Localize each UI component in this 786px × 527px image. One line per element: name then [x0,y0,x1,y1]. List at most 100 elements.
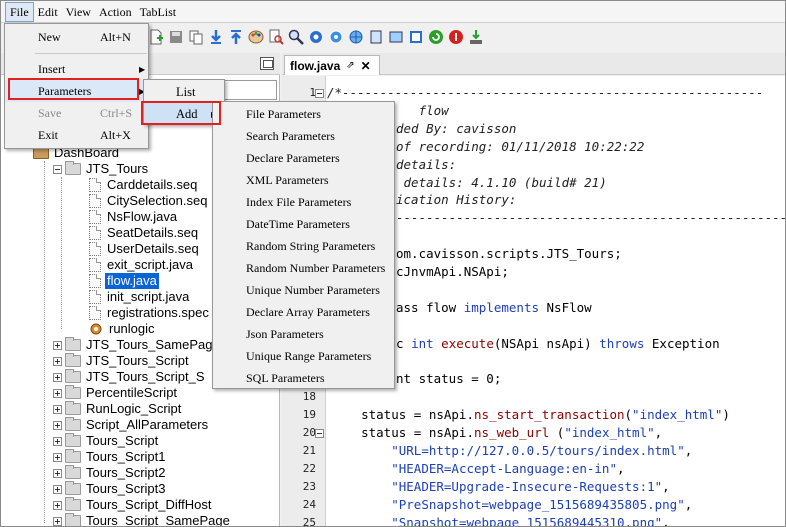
document-icon[interactable] [368,29,384,45]
tree-folder[interactable]: PercentileScript [53,385,179,401]
menu-item-unique-range-parameters[interactable]: Unique Range Parameters [213,345,394,367]
menu-action[interactable]: Action [95,2,136,22]
expand-icon[interactable] [53,340,62,350]
menu-item-exit[interactable]: Exit Alt+X [5,124,148,146]
file-icon [89,194,101,208]
collapse-icon[interactable] [53,164,62,174]
menu-item-datetime-parameters[interactable]: DateTime Parameters [213,213,394,235]
menu-item-file-parameters[interactable]: File Parameters [213,103,394,125]
line-number: 22 [302,461,316,475]
folder-icon [65,161,81,175]
highlight-add [141,101,221,125]
menu-item-random-number-parameters[interactable]: Random Number Parameters [213,257,394,279]
fold-collapse-icon[interactable] [315,429,324,439]
tree-file[interactable]: CitySelection.seq [89,193,209,209]
menu-item-list[interactable]: List [144,81,224,103]
globe-icon[interactable] [348,29,364,45]
menu-item-new[interactable]: New Alt+N [5,26,148,48]
expand-icon[interactable] [53,452,62,462]
menu-item-search-parameters[interactable]: Search Parameters [213,125,394,147]
tree-folder[interactable]: JTS_Tours_Script_S [53,369,207,385]
restore-panel-icon[interactable] [260,57,274,70]
code-line: "Snapshot=webpage_1515689445310.png", [391,514,670,527]
menu-item-xml-parameters[interactable]: XML Parameters [213,169,394,191]
image-icon[interactable] [388,29,404,45]
menu-item-save: Save Ctrl+S [38,105,133,120]
refresh-icon[interactable] [428,29,444,45]
tree-folder[interactable]: Script_AllParameters [53,417,210,433]
tree-folder[interactable]: Tours_Script2 [53,465,167,481]
tree-node-folder[interactable]: JTS_Tours [53,161,150,177]
settings-icon[interactable] [308,29,324,45]
menu-item-declare-array-parameters[interactable]: Declare Array Parameters [213,301,394,323]
export-icon[interactable] [468,29,484,45]
tree-folder[interactable]: Tours_Script_SamePage [53,513,232,526]
close-icon[interactable]: ✕ [361,59,371,73]
fold-collapse-icon[interactable] [315,89,324,98]
expand-icon[interactable] [53,388,62,398]
tree-file[interactable]: NsFlow.java [89,209,179,225]
tree-file[interactable]: Carddetails.seq [89,177,199,193]
expand-icon[interactable] [53,500,62,510]
tree-folder[interactable]: JTS_Tours_SamePage [53,337,222,353]
stop-icon[interactable] [448,29,464,45]
tree-folder[interactable]: Tours_Script1 [53,449,167,465]
menu-item-random-string-parameters[interactable]: Random String Parameters [213,235,394,257]
expand-icon[interactable] [53,372,62,382]
copy-icon[interactable] [188,29,204,45]
tab-flow-java[interactable]: flow.java ⇗ ✕ [284,55,380,75]
tree-folder[interactable]: Tours_Script_DiffHost [53,497,213,513]
line-number: 18 [302,390,316,404]
expand-icon[interactable] [53,420,62,430]
expand-icon[interactable] [53,356,62,366]
folder-icon [65,369,81,383]
code-line: status = nsApi.ns_web_url ("index_html", [331,425,663,441]
tree-folder[interactable]: Tours_Script3 [53,481,167,497]
menu-edit[interactable]: Edit [34,2,62,22]
tree-file[interactable]: runlogic [89,321,157,337]
palette-icon[interactable] [248,29,264,45]
tree-file[interactable]: init_script.java [89,289,191,305]
expand-icon[interactable] [53,484,62,494]
tree-file-selected[interactable]: flow.java [89,272,160,290]
tree-file[interactable]: UserDetails.seq [89,241,201,257]
code-line: details: 4.1.10 (build# 21) [396,174,607,190]
folder-icon [65,497,81,511]
file-icon [89,306,101,320]
menu-item-index-file-parameters[interactable]: Index File Parameters [213,191,394,213]
menu-item-declare-parameters[interactable]: Declare Parameters [213,147,394,169]
tree-file[interactable]: exit_script.java [89,257,195,273]
menu-item-json-parameters[interactable]: Json Parameters [213,323,394,345]
code-line: details: [396,156,457,172]
expand-icon[interactable] [53,516,62,526]
tree-file[interactable]: SeatDetails.seq [89,225,200,241]
menu-file[interactable]: File [5,1,34,22]
menu-item-sql-parameters[interactable]: SQL Parameters [213,367,394,389]
tree-folder[interactable]: Tours_Script [53,433,160,449]
file-icon [89,178,101,192]
upload-icon[interactable] [228,29,244,45]
expand-icon[interactable] [53,468,62,478]
search-icon[interactable] [288,29,304,45]
tree-folder[interactable]: RunLogic_Script [53,401,183,417]
expand-icon[interactable] [53,404,62,414]
file-icon [89,290,101,304]
save-icon[interactable] [168,29,184,45]
tree-file[interactable]: registrations.spec [89,305,211,321]
folder-icon [65,513,81,526]
menu-tablist[interactable]: TabList [136,2,181,22]
menu-view[interactable]: View [62,2,95,22]
highlight-parameters [8,78,139,100]
download-icon[interactable] [208,29,224,45]
search-document-icon[interactable] [268,29,284,45]
settings-alt-icon[interactable] [328,29,344,45]
folder-icon [65,481,81,495]
pin-icon[interactable]: ⇗ [346,60,354,71]
menubar: File Edit View Action TabList [1,1,785,23]
message-icon[interactable] [408,29,424,45]
tree-folder[interactable]: JTS_Tours_Script [53,353,191,369]
expand-icon[interactable] [53,436,62,446]
menu-item-unique-number-parameters[interactable]: Unique Number Parameters [213,279,394,301]
new-file-icon[interactable] [148,29,164,45]
menu-item-insert[interactable]: Insert ▶ [5,58,148,80]
